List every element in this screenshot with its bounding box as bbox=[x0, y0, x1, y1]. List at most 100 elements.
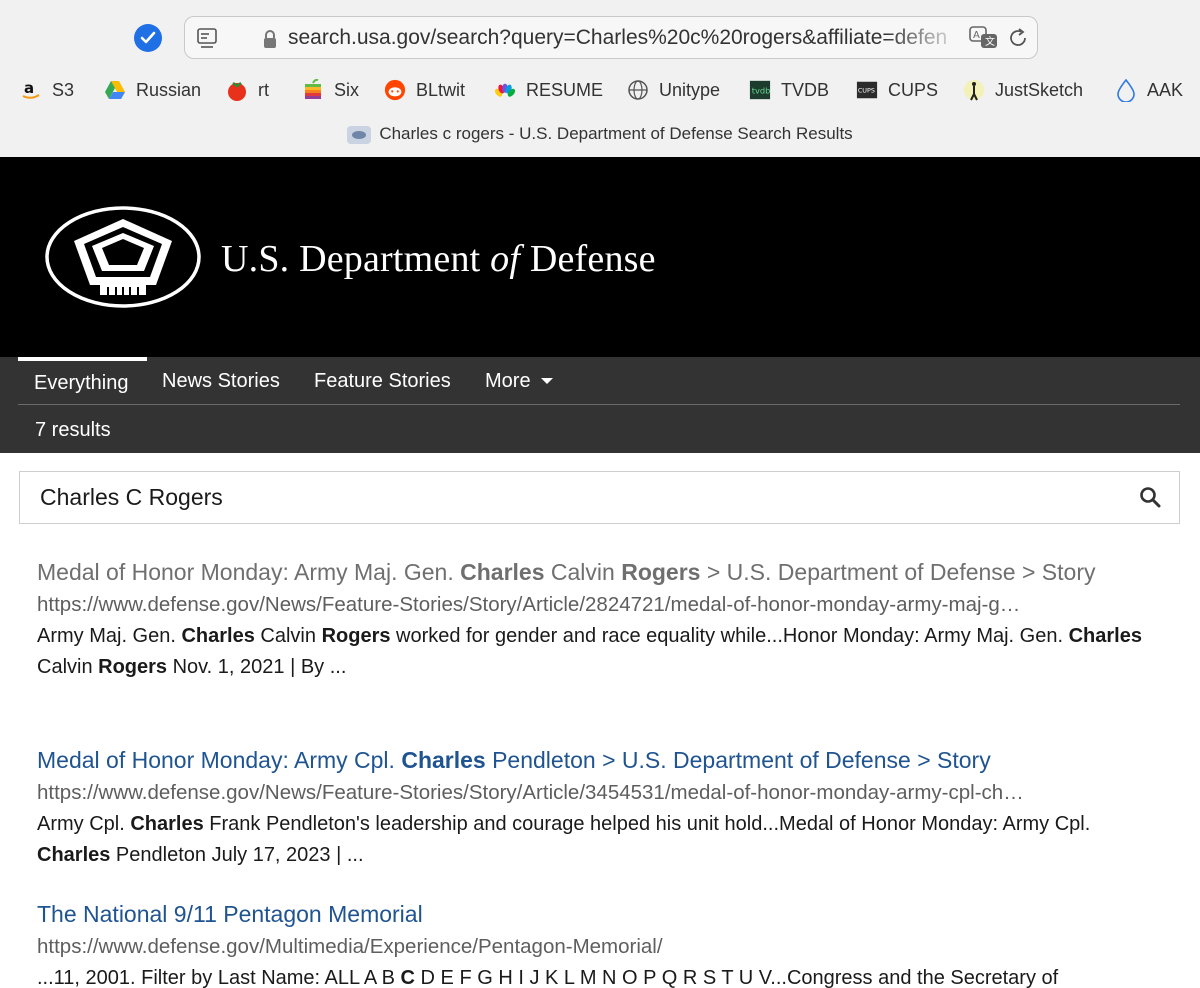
text-segment: Calvin bbox=[37, 656, 99, 678]
bookmark-tvdb[interactable]: tvdb TVDB bbox=[749, 75, 829, 105]
highlight-term: C bbox=[400, 967, 415, 988]
bookmark-aak[interactable]: AAK bbox=[1115, 75, 1183, 105]
text-segment: > U.S. Department of Defense > Story bbox=[700, 559, 1096, 585]
bookmark-russian[interactable]: Russian bbox=[104, 75, 201, 105]
tab-label: Feature Stories bbox=[314, 369, 451, 392]
bookmark-six[interactable]: Six bbox=[302, 75, 359, 105]
highlight-term: Charles bbox=[460, 559, 545, 585]
result-snippet: Army Cpl. Charles Frank Pendleton's lead… bbox=[37, 809, 1162, 871]
site-title-part1: U.S. Department bbox=[221, 238, 491, 280]
bookmark-label: Six bbox=[334, 79, 360, 100]
tab-label: Everything bbox=[34, 371, 129, 394]
svg-text:tvdb: tvdb bbox=[752, 86, 771, 96]
address-bar[interactable]: search.usa.gov/search?query=Charles%20c%… bbox=[184, 16, 1038, 59]
caret-down-icon bbox=[540, 378, 553, 384]
result-url: https://www.defense.gov/Multimedia/Exper… bbox=[37, 935, 663, 958]
search-result: The National 9/11 Pentagon Memorial http… bbox=[37, 897, 1162, 988]
result-url: https://www.defense.gov/News/Feature-Sto… bbox=[37, 781, 1024, 804]
text-segment: Nov. 1, 2021 | By ... bbox=[167, 656, 347, 678]
reddit-icon bbox=[384, 79, 406, 101]
translate-icon[interactable]: A文 bbox=[969, 26, 999, 55]
result-snippet: Army Maj. Gen. Charles Calvin Rogers wor… bbox=[37, 621, 1162, 683]
tab-more[interactable]: More bbox=[485, 357, 553, 405]
highlight-term: Rogers bbox=[321, 625, 391, 647]
bookmark-rt[interactable]: rt bbox=[226, 75, 269, 105]
site-header: U.S. Department of Defense bbox=[0, 157, 1200, 357]
url-fade bbox=[885, 23, 965, 53]
text-segment: Pendleton > U.S. Department of Defense >… bbox=[485, 747, 991, 773]
result-title-link[interactable]: Medal of Honor Monday: Army Maj. Gen. Ch… bbox=[37, 555, 1162, 589]
droplet-icon bbox=[1115, 78, 1137, 102]
bookmark-label: BLtwit bbox=[416, 79, 466, 100]
highlight-term: Charles bbox=[401, 747, 486, 773]
svg-text:CUPS: CUPS bbox=[858, 87, 875, 95]
svg-text:文: 文 bbox=[985, 35, 995, 48]
cups-icon: CUPS bbox=[856, 79, 878, 101]
highlight-term: Charles bbox=[37, 844, 111, 866]
result-count: 7 results bbox=[35, 419, 111, 441]
highlight-term: Rogers bbox=[621, 559, 701, 585]
google-drive-icon bbox=[104, 79, 126, 101]
reader-view-icon[interactable] bbox=[197, 28, 217, 55]
result-title-link[interactable]: The National 9/11 Pentagon Memorial bbox=[37, 897, 1162, 931]
text-segment: Pendleton July 17, 2023 | ... bbox=[110, 844, 364, 866]
bookmark-label: TVDB bbox=[781, 79, 830, 100]
bookmark-justsketch[interactable]: JustSketch bbox=[963, 75, 1083, 105]
text-segment: Medal of Honor Monday: Army Cpl. bbox=[37, 747, 402, 773]
checkmark-icon[interactable] bbox=[134, 24, 162, 52]
highlight-term: Charles bbox=[181, 625, 255, 647]
tab-label: More bbox=[485, 369, 531, 392]
url-text[interactable]: search.usa.gov/search?query=Charles%20c%… bbox=[288, 26, 958, 50]
text-segment: Calvin bbox=[544, 559, 622, 585]
bookmark-label: JustSketch bbox=[995, 79, 1084, 100]
search-icon[interactable] bbox=[1139, 486, 1163, 510]
bookmark-label: CUPS bbox=[888, 79, 939, 100]
bookmark-label: RESUME bbox=[526, 79, 604, 100]
sketch-figure-icon bbox=[963, 79, 985, 101]
svg-text:a: a bbox=[24, 79, 34, 97]
text-segment: Frank Pendleton's leadership and courage… bbox=[203, 813, 1091, 835]
reload-icon[interactable] bbox=[1007, 27, 1029, 54]
bookmark-label: S3 bbox=[52, 79, 75, 100]
tab-feature-stories[interactable]: Feature Stories bbox=[314, 357, 451, 405]
tab-everything[interactable]: Everything bbox=[18, 357, 147, 405]
svg-text:A: A bbox=[973, 30, 980, 41]
search-nav: Everything News Stories Feature Stories … bbox=[0, 357, 1200, 453]
search-result: Medal of Honor Monday: Army Maj. Gen. Ch… bbox=[37, 555, 1162, 683]
text-segment: D E F G H I J K L M N O P Q R S T U V...… bbox=[415, 967, 1059, 988]
text-segment: Calvin bbox=[254, 625, 322, 647]
bookmark-resume[interactable]: RESUME bbox=[494, 75, 603, 105]
pentagon-seal-icon[interactable] bbox=[44, 205, 202, 314]
search-result: Medal of Honor Monday: Army Cpl. Charles… bbox=[37, 743, 1162, 871]
bookmark-s3[interactable]: a S3 bbox=[20, 75, 74, 105]
bookmark-cups[interactable]: CUPS CUPS bbox=[856, 75, 938, 105]
search-tabs: Everything News Stories Feature Stories … bbox=[18, 357, 1180, 405]
site-title[interactable]: U.S. Department of Defense bbox=[221, 237, 656, 281]
tab-news-stories[interactable]: News Stories bbox=[162, 357, 280, 405]
text-segment: Medal of Honor Monday: Army Maj. Gen. bbox=[37, 559, 461, 585]
site-title-part2: Defense bbox=[520, 238, 656, 280]
bookmark-label: rt bbox=[258, 79, 269, 100]
apple-rainbow-icon bbox=[302, 79, 324, 101]
search-input[interactable] bbox=[40, 484, 1100, 511]
highlight-term: Charles bbox=[1068, 625, 1142, 647]
globe-icon bbox=[627, 79, 649, 101]
tab-label: News Stories bbox=[162, 369, 280, 392]
nbc-peacock-icon bbox=[494, 79, 516, 101]
highlight-term: Rogers bbox=[98, 656, 168, 678]
result-snippet: ...11, 2001. Filter by Last Name: ALL A … bbox=[37, 963, 1162, 988]
site-title-italic: of bbox=[490, 238, 521, 280]
tab-title[interactable]: Charles c rogers - U.S. Department of De… bbox=[0, 124, 1200, 150]
dod-favicon-icon bbox=[347, 125, 372, 144]
bookmark-label: Unitype bbox=[659, 79, 721, 100]
text-segment: The National 9/11 Pentagon Memorial bbox=[37, 901, 423, 927]
bookmarks-bar: a S3 Russian rt Six BLtwit RESUME Unityp… bbox=[0, 75, 1200, 105]
tvdb-icon: tvdb bbox=[749, 79, 771, 101]
browser-chrome: search.usa.gov/search?query=Charles%20c%… bbox=[0, 0, 1200, 157]
result-title-link[interactable]: Medal of Honor Monday: Army Cpl. Charles… bbox=[37, 743, 1162, 777]
result-url: https://www.defense.gov/News/Feature-Sto… bbox=[37, 593, 1021, 616]
text-segment: worked for gender and race equality whil… bbox=[390, 625, 1069, 647]
bookmark-unitype[interactable]: Unitype bbox=[627, 75, 720, 105]
highlight-term: Charles bbox=[130, 813, 204, 835]
bookmark-bltwit[interactable]: BLtwit bbox=[384, 75, 465, 105]
